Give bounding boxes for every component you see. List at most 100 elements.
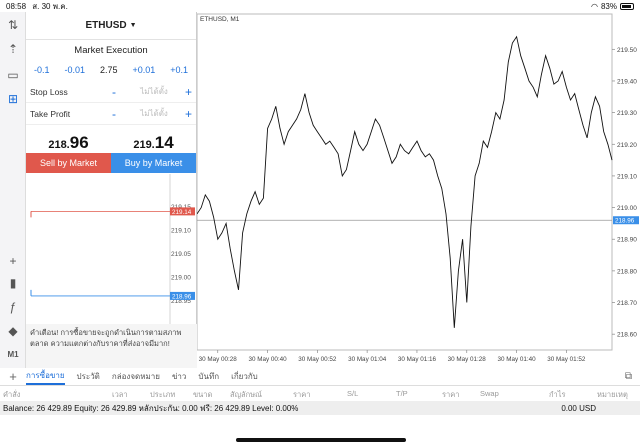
symbol-name: ETHUSD	[85, 20, 127, 31]
col-time: เวลา	[112, 390, 128, 399]
balance-summary: Balance: 26 429.89 Equity: 26 429.89 หลั…	[3, 403, 299, 413]
y-tick-label: 218.60	[617, 332, 637, 339]
price-chart-svg[interactable]: ETHUSD, M1 219.50 219.40 219.30 219.20 219.10…	[197, 12, 640, 368]
add-icon[interactable]: +	[0, 369, 26, 384]
price-chart[interactable]: ETHUSD, M1 219.50 219.40 219.30 219.20 219.10…	[197, 12, 640, 368]
x-tick-label: 30 May 01:16	[398, 356, 437, 363]
candles-icon[interactable]: ▮	[4, 274, 22, 292]
take-profit-row: Take Profit - ไม่ได้ตั้ง +	[26, 103, 196, 125]
tab-mailbox[interactable]: กล่องจดหมาย	[112, 370, 160, 383]
wifi-icon: ◠	[591, 1, 598, 11]
clock: 08:58	[6, 1, 27, 11]
x-tick-label: 30 May 01:28	[448, 356, 487, 363]
stop-loss-value[interactable]: ไม่ได้ตั้ง	[130, 85, 178, 98]
tab-about[interactable]: เกี่ยวกับ	[231, 370, 258, 383]
stop-loss-minus-icon[interactable]: -	[112, 85, 130, 99]
timeframe-icon[interactable]: M1	[4, 345, 22, 363]
col-price: ราคา	[293, 390, 311, 399]
step-plus-0.01[interactable]: +0.01	[132, 65, 155, 75]
tick-chart-label: 219.00	[171, 275, 191, 282]
battery-icon	[620, 2, 634, 10]
home-indicator[interactable]	[236, 438, 406, 442]
y-tick-label: 219.50	[617, 47, 637, 54]
stop-loss-plus-icon[interactable]: +	[178, 85, 192, 99]
take-profit-plus-icon[interactable]: +	[178, 107, 192, 121]
tick-chart-svg: 219.15219.10219.05219.00218.95219.14218.…	[30, 174, 195, 324]
caret-down-icon: ▼	[129, 22, 137, 29]
volume-stepper: -0.1 -0.01 2.75 +0.01 +0.1	[26, 65, 196, 75]
trade-icon[interactable]: ⇡	[4, 40, 22, 58]
take-profit-label: Take Profit	[30, 108, 71, 119]
col-order: คำสั่ง	[3, 390, 21, 399]
col-price-current: ราคา	[442, 390, 460, 399]
stop-loss-label: Stop Loss	[30, 86, 68, 97]
plot-area	[197, 13, 613, 351]
execution-mode[interactable]: Market Execution	[26, 45, 196, 56]
tab-trade[interactable]: การซื้อขาย	[26, 369, 65, 385]
y-tick-label: 219.30	[617, 110, 637, 117]
y-tick-label: 219.40	[617, 78, 637, 85]
y-tick-label: 218.90	[617, 237, 637, 244]
total-profit: 0.00 USD	[561, 403, 596, 413]
x-tick-label: 30 May 01:40	[497, 356, 536, 363]
tick-chart-label: 219.05	[171, 251, 191, 258]
step-minus-0.1[interactable]: -0.1	[34, 65, 50, 75]
x-tick-label: 30 May 00:28	[199, 356, 238, 363]
col-size: ขนาด	[193, 390, 213, 399]
col-swap: Swap	[480, 389, 499, 398]
new-order-icon[interactable]: ⊞	[4, 90, 22, 108]
x-tick-label: 30 May 00:40	[248, 356, 287, 363]
ask-tag-label: 219.14	[172, 209, 192, 216]
volume-value[interactable]: 2.75	[100, 65, 118, 75]
symbol-selector[interactable]: ETHUSD ▼	[26, 12, 196, 40]
indicators-icon[interactable]: ƒ	[4, 298, 22, 316]
col-symbol: สัญลักษณ์	[230, 390, 263, 399]
col-sl: S/L	[347, 389, 359, 398]
order-panel: ETHUSD ▼ Market Execution -0.1 -0.01 2.7…	[26, 12, 197, 368]
quotes-icon[interactable]: ⇅	[4, 16, 22, 34]
sell-button[interactable]: Sell by Market	[26, 153, 111, 173]
tool-rail: ⇅ ⇡ ▭ ⊞ + ▮ ƒ ◆ M1	[0, 12, 26, 368]
chart-title: ETHUSD, M1	[200, 16, 240, 23]
x-tick-label: 30 May 01:04	[348, 356, 387, 363]
y-tick-label: 219.20	[617, 142, 637, 149]
crosshair-icon[interactable]: +	[4, 252, 22, 270]
table-header: คำสั่ง เวลา ประเภท ขนาด สัญลักษณ์ ราคา S…	[0, 386, 640, 400]
chat-icon[interactable]: ▭	[4, 66, 22, 84]
layout-icon[interactable]: ⧉	[625, 371, 632, 382]
y-tick-label: 219.10	[617, 173, 637, 180]
ask-price: 219.14	[133, 133, 174, 152]
status-bar: 08:58 ส. 30 พ.ค. ◠ 83%	[0, 0, 640, 12]
col-tp: T/P	[396, 389, 408, 398]
col-profit: กำไร	[549, 390, 566, 399]
objects-icon[interactable]: ◆	[4, 322, 22, 340]
current-price-label: 218.96	[615, 218, 635, 225]
x-tick-label: 30 May 00:52	[298, 356, 337, 363]
execution-warning: คำเตือน! การซื้อขายจะถูกดำเนินการตามสภาพ…	[26, 324, 197, 368]
take-profit-minus-icon[interactable]: -	[112, 107, 130, 121]
bid-tag-label: 218.96	[172, 293, 192, 300]
stop-loss-row: Stop Loss - ไม่ได้ตั้ง +	[26, 81, 196, 103]
order-buttons: Sell by Market Buy by Market	[26, 153, 196, 173]
price-display: 218.96 219.14	[26, 127, 196, 153]
tab-news[interactable]: ข่าว	[172, 370, 186, 383]
step-minus-0.01[interactable]: -0.01	[64, 65, 85, 75]
y-tick-label: 218.70	[617, 300, 637, 307]
tab-history[interactable]: ประวัติ	[77, 370, 100, 383]
col-comment: หมายเหตุ	[597, 390, 628, 399]
y-tick-label: 219.00	[617, 205, 637, 212]
col-type: ประเภท	[150, 390, 176, 399]
balance-row: Balance: 26 429.89 Equity: 26 429.89 หลั…	[0, 401, 640, 415]
tick-chart: 219.15219.10219.05219.00218.95219.14218.…	[26, 174, 197, 324]
tick-chart-label: 219.10	[171, 228, 191, 235]
y-tick-label: 218.80	[617, 268, 637, 275]
buy-button[interactable]: Buy by Market	[111, 153, 196, 173]
bid-price: 218.96	[48, 133, 89, 152]
tab-journal[interactable]: บันทึก	[198, 370, 219, 383]
terminal-tabs: + การซื้อขาย ประวัติ กล่องจดหมาย ข่าว บั…	[0, 368, 640, 386]
battery-level: 83%	[600, 1, 617, 11]
take-profit-value[interactable]: ไม่ได้ตั้ง	[130, 107, 178, 120]
x-tick-label: 30 May 01:52	[547, 356, 586, 363]
step-plus-0.1[interactable]: +0.1	[170, 65, 188, 75]
date: ส. 30 พ.ค.	[32, 1, 68, 11]
